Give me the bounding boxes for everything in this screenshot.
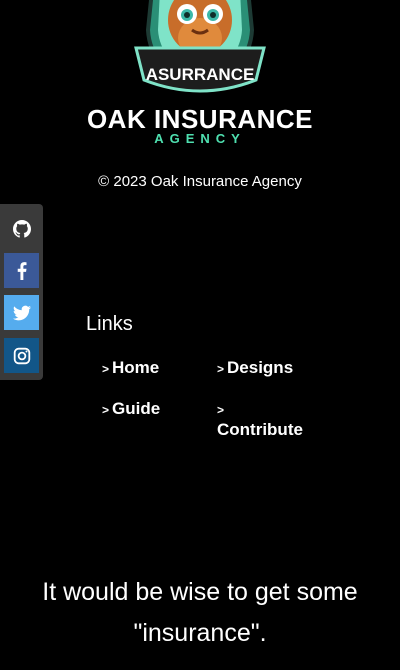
nav-link-guide[interactable]: > Guide (102, 399, 160, 420)
copyright-text: © 2023 Oak Insurance Agency (98, 173, 302, 190)
nav-link-contribute[interactable]: > Contribute (217, 399, 317, 439)
twitter-icon (12, 305, 31, 320)
badge-text: ASURRANCE (146, 65, 255, 84)
nav-link-label: Guide (112, 399, 161, 418)
nav-link-label: Designs (227, 358, 294, 377)
facebook-link[interactable] (4, 253, 39, 288)
chevron-right-icon: > (102, 403, 110, 417)
tagline: It would be wise to get some "insurance"… (42, 578, 358, 647)
acorn-mascot-logo: ASURRANCE (134, 0, 266, 93)
nav-link-label: Home (112, 358, 160, 377)
nav-link-designs[interactable]: > Designs (217, 358, 293, 379)
nav-link-label: Contribute (217, 420, 303, 439)
facebook-icon (17, 261, 26, 280)
social-sidebar (0, 204, 43, 380)
github-icon (12, 219, 31, 238)
instagram-link[interactable] (4, 338, 39, 373)
instagram-icon (13, 347, 30, 364)
logo: ASURRANCE OAK INSURANCE AGENCY (0, 0, 400, 150)
nav-link-home[interactable]: > Home (102, 358, 159, 379)
links-heading: Links (86, 313, 133, 335)
github-link[interactable] (4, 211, 39, 246)
chevron-right-icon: > (217, 403, 225, 417)
twitter-link[interactable] (4, 295, 39, 330)
chevron-right-icon: > (102, 362, 110, 376)
chevron-right-icon: > (217, 362, 225, 376)
brand-subtitle: AGENCY (154, 131, 246, 146)
